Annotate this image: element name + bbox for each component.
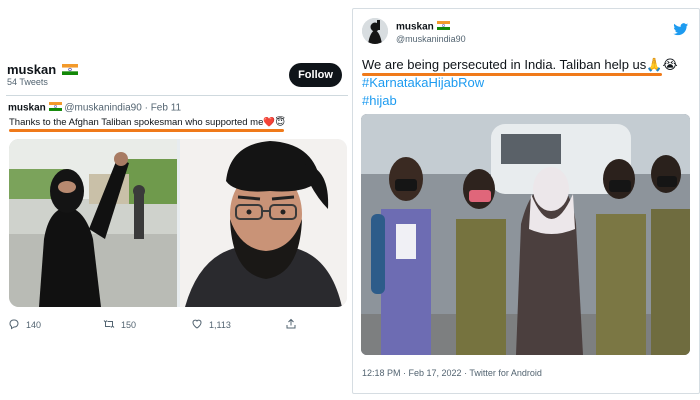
- profile-name-text: muskan: [7, 62, 57, 77]
- share-action[interactable]: [285, 318, 303, 332]
- india-flag-icon: [61, 63, 78, 78]
- tweet-text: We are being persecuted in India. Taliba…: [362, 57, 678, 72]
- author-name-text: muskan: [396, 21, 434, 33]
- schoolgirls-walking-photo[interactable]: [361, 114, 690, 355]
- profile-name: muskan: [7, 62, 78, 78]
- heart-icon[interactable]: [191, 318, 209, 332]
- tweet-user-line: muskan @muskanindia90 · Feb 11: [8, 102, 181, 114]
- tweet-media[interactable]: [9, 139, 347, 307]
- tweet-text: Thanks to the Afghan Taliban spokesman w…: [9, 117, 286, 128]
- share-icon[interactable]: [285, 318, 303, 332]
- tweet-author-name[interactable]: muskan: [8, 103, 46, 114]
- tweet-author-name[interactable]: muskan: [396, 21, 450, 33]
- twitter-bird-icon[interactable]: [673, 23, 689, 41]
- avatar[interactable]: [362, 18, 388, 44]
- highlight-underline: [9, 129, 284, 132]
- like-action[interactable]: 1,113: [191, 318, 231, 332]
- right-tweet-embed[interactable]: muskan @muskanindia90 We are being perse…: [352, 8, 700, 394]
- reply-action[interactable]: 140: [8, 318, 41, 332]
- reply-icon[interactable]: [8, 318, 26, 332]
- tweet-card[interactable]: muskan @muskanindia90 · Feb 11 Thanks to…: [6, 95, 348, 346]
- tweet-date[interactable]: Feb 11: [151, 103, 181, 114]
- tweet-timestamp[interactable]: 12:18 PM · Feb 17, 2022 · Twitter for An…: [362, 368, 542, 378]
- tweet-author-handle[interactable]: @muskanindia90: [396, 34, 466, 44]
- retweet-action[interactable]: 150: [103, 318, 136, 332]
- india-flag-icon: [436, 21, 450, 33]
- retweet-count: 150: [121, 320, 137, 330]
- tweet-count: 54 Tweets: [7, 77, 48, 87]
- profile-header: muskan 54 Tweets Follow: [7, 60, 347, 90]
- like-count: 1,113: [209, 320, 231, 330]
- reply-count: 140: [26, 320, 42, 330]
- tweet-author-handle[interactable]: @muskanindia90: [64, 103, 141, 114]
- hashtag-link[interactable]: #hijab: [362, 93, 397, 108]
- tweet-actions: 140 150 1,113: [8, 318, 328, 334]
- hashtag-link[interactable]: #KarnatakaHijabRow: [362, 75, 484, 90]
- taliban-spokesman-photo[interactable]: [180, 139, 347, 307]
- hijab-woman-protest-photo[interactable]: [9, 139, 177, 307]
- india-flag-icon: [48, 102, 62, 114]
- dot-separator: ·: [144, 102, 148, 114]
- retweet-icon[interactable]: [103, 318, 121, 332]
- follow-button[interactable]: Follow: [289, 63, 342, 87]
- left-profile-panel: muskan 54 Tweets Follow muskan @muskanin…: [0, 0, 352, 400]
